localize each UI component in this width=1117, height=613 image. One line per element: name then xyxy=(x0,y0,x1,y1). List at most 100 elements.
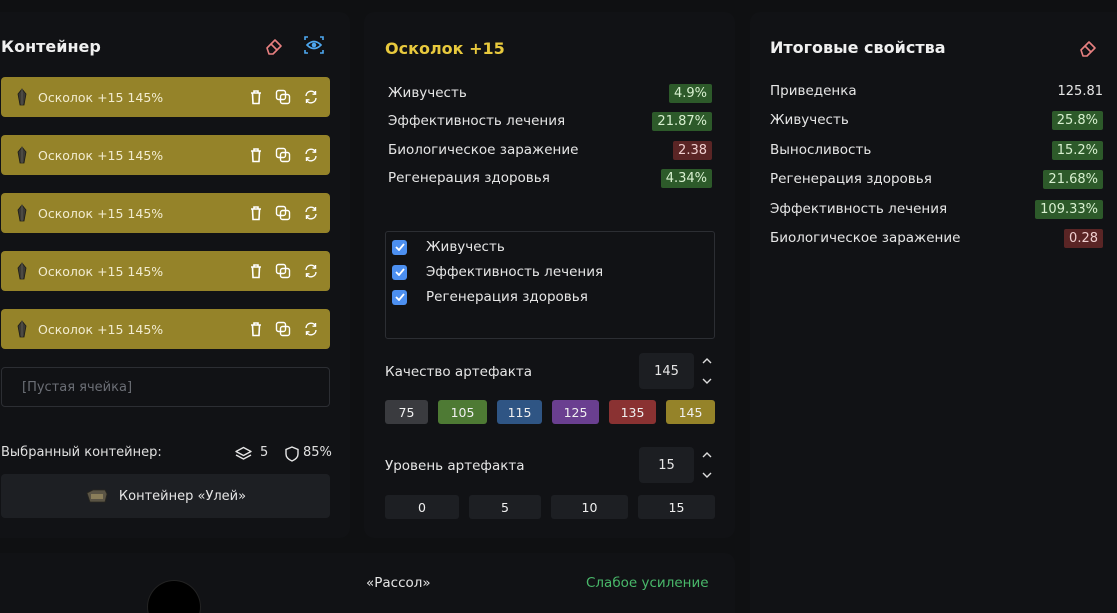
container-slot[interactable]: Осколок +15 145% xyxy=(1,135,330,175)
level-option[interactable]: 10 xyxy=(551,495,628,519)
container-slot[interactable]: Осколок +15 145% xyxy=(1,309,330,349)
checklist-label: Регенерация здоровья xyxy=(426,289,588,305)
slot-label: Осколок +15 145% xyxy=(38,263,164,279)
quality-input[interactable]: 145 xyxy=(639,353,694,389)
chevron-up-icon[interactable] xyxy=(702,451,712,458)
property-checklist: Живучесть Эффективность лечения Регенера… xyxy=(385,231,715,339)
copy-icon[interactable] xyxy=(274,320,292,338)
empty-slot[interactable]: [Пустая ячейка] xyxy=(1,367,330,407)
final-property: Выносливость 15.2% xyxy=(770,138,1103,162)
container-slot[interactable]: Осколок +15 145% xyxy=(1,77,330,117)
level-stepper[interactable] xyxy=(701,451,713,479)
property-name: Эффективность лечения xyxy=(388,113,566,129)
level-label: Уровень артефакта xyxy=(385,458,525,474)
container-icon xyxy=(86,489,108,503)
trash-icon[interactable] xyxy=(247,320,265,338)
quality-option[interactable]: 115 xyxy=(497,400,542,424)
artifact-image xyxy=(148,581,200,613)
checklist-label: Эффективность лечения xyxy=(426,264,604,280)
artifact-panel: Осколок +15 Живучесть 4.9% Эффективность… xyxy=(364,12,735,538)
chevron-down-icon[interactable] xyxy=(702,378,712,385)
property-name: Регенерация здоровья xyxy=(388,170,550,186)
final-property-name: Эффективность лечения xyxy=(770,201,948,217)
level-option[interactable]: 0 xyxy=(385,495,459,519)
final-property-value: 25.8% xyxy=(1051,110,1103,130)
final-property-name: Приведенка xyxy=(770,83,857,99)
final-property-name: Регенерация здоровья xyxy=(770,171,932,187)
level-option[interactable]: 5 xyxy=(469,495,541,519)
container-panel: Контейнер Осколок +15 145% Осколок +15 1… xyxy=(0,12,350,538)
eraser-icon[interactable] xyxy=(262,34,286,58)
chevron-up-icon[interactable] xyxy=(702,357,712,364)
container-name: Контейнер «Улей» xyxy=(118,488,247,504)
quality-label: Качество артефакта xyxy=(385,364,533,380)
refresh-icon[interactable] xyxy=(302,88,320,106)
slot-label: Осколок +15 145% xyxy=(38,205,164,221)
property-name: Биологическое заражение xyxy=(388,142,579,158)
bonus-panel: «Рассол» Слабое усиление xyxy=(0,553,735,613)
artifact-shard-icon xyxy=(17,320,27,338)
quality-option[interactable]: 125 xyxy=(552,400,599,424)
artifact-title: Осколок +15 xyxy=(385,39,505,58)
checklist-item[interactable]: Регенерация здоровья xyxy=(392,287,588,307)
final-property-name: Выносливость xyxy=(770,142,872,158)
refresh-icon[interactable] xyxy=(302,262,320,280)
trash-icon[interactable] xyxy=(247,88,265,106)
property-value: 21.87% xyxy=(652,111,712,131)
copy-icon[interactable] xyxy=(274,262,292,280)
checkbox[interactable] xyxy=(392,239,407,255)
final-property: Приведенка 125.81 xyxy=(770,79,1103,103)
final-property: Регенерация здоровья 21.68% xyxy=(770,167,1103,191)
artifact-shard-icon xyxy=(17,204,27,222)
property-value: 2.38 xyxy=(673,140,712,160)
checklist-item[interactable]: Живучесть xyxy=(392,237,505,257)
refresh-icon[interactable] xyxy=(302,204,320,222)
protection-value: 85% xyxy=(303,445,332,460)
property-value: 4.9% xyxy=(668,83,712,103)
final-property-value: 15.2% xyxy=(1051,140,1103,160)
chevron-down-icon[interactable] xyxy=(702,472,712,479)
quality-option[interactable]: 105 xyxy=(438,400,487,424)
container-select-button[interactable]: Контейнер «Улей» xyxy=(1,474,330,518)
artifact-shard-icon xyxy=(17,88,27,106)
artifact-property: Эффективность лечения 21.87% xyxy=(388,109,712,133)
refresh-icon[interactable] xyxy=(302,320,320,338)
quality-option[interactable]: 135 xyxy=(609,400,656,424)
property-name: Живучесть xyxy=(388,85,467,101)
eye-scan-icon[interactable] xyxy=(302,33,326,57)
checklist-item[interactable]: Эффективность лечения xyxy=(392,262,603,282)
final-property-name: Биологическое заражение xyxy=(770,230,961,246)
checkbox[interactable] xyxy=(392,264,407,280)
trash-icon[interactable] xyxy=(247,204,265,222)
final-title: Итоговые свойства xyxy=(770,38,946,57)
trash-icon[interactable] xyxy=(247,262,265,280)
selected-container-label: Выбранный контейнер: xyxy=(1,445,162,460)
final-property: Живучесть 25.8% xyxy=(770,108,1103,132)
copy-icon[interactable] xyxy=(274,146,292,164)
quality-option[interactable]: 75 xyxy=(385,400,428,424)
bonus-status: Слабое усиление xyxy=(586,575,709,591)
eraser-icon[interactable] xyxy=(1076,36,1100,60)
artifact-shard-icon xyxy=(17,262,27,280)
container-slot[interactable]: Осколок +15 145% xyxy=(1,251,330,291)
level-input[interactable]: 15 xyxy=(639,447,694,483)
refresh-icon[interactable] xyxy=(302,146,320,164)
final-properties-panel: Итоговые свойства Приведенка 125.81 Живу… xyxy=(750,12,1117,613)
final-property-value: 0.28 xyxy=(1064,228,1103,248)
quality-stepper[interactable] xyxy=(701,357,713,385)
container-slot[interactable]: Осколок +15 145% xyxy=(1,193,330,233)
copy-icon[interactable] xyxy=(274,88,292,106)
level-option[interactable]: 15 xyxy=(638,495,715,519)
bonus-name: «Рассол» xyxy=(366,575,431,591)
checklist-label: Живучесть xyxy=(426,239,505,255)
final-property-name: Живучесть xyxy=(770,112,849,128)
final-property: Эффективность лечения 109.33% xyxy=(770,197,1103,221)
trash-icon[interactable] xyxy=(247,146,265,164)
final-property-value: 125.81 xyxy=(1057,83,1104,99)
quality-option[interactable]: 145 xyxy=(666,400,715,424)
property-value: 4.34% xyxy=(660,168,712,188)
artifact-property: Регенерация здоровья 4.34% xyxy=(388,166,712,190)
checkbox[interactable] xyxy=(392,289,407,305)
copy-icon[interactable] xyxy=(274,204,292,222)
slot-label: Осколок +15 145% xyxy=(38,147,164,163)
